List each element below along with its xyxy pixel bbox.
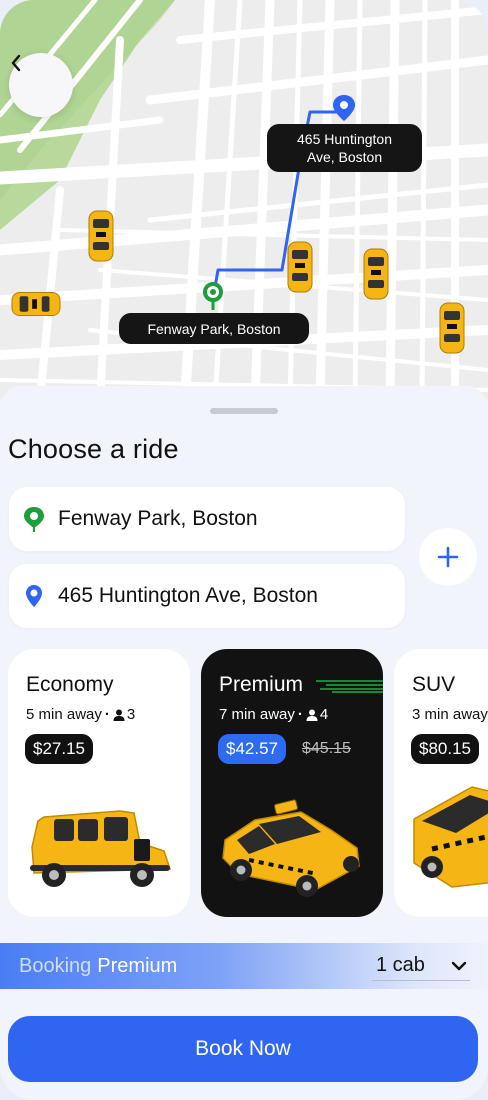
ride-seats: 3	[126, 706, 136, 723]
ride-options: Economy 5 min away · 3 $27.15 Premium 7 …	[0, 649, 488, 917]
ride-card-economy[interactable]: Economy 5 min away · 3 $27.15	[8, 649, 190, 917]
back-button[interactable]	[9, 53, 73, 117]
ride-eta: 5 min away	[26, 706, 102, 723]
taxi-marker-icon	[88, 210, 114, 262]
taxi-marker-icon	[11, 291, 61, 317]
cab-count-value: 1 cab	[376, 954, 425, 976]
destination-label-line1: 465 Huntington	[297, 131, 392, 147]
dropoff-field[interactable]: 465 Huntington Ave, Boston	[9, 564, 405, 628]
destination-label-line2: Ave, Boston	[306, 149, 383, 165]
ride-eta: 3 min away	[412, 706, 488, 723]
ride-old-price: $45.15	[302, 740, 351, 757]
speed-lines-icon	[316, 680, 383, 693]
ride-card-suv[interactable]: SUV 3 min away $80.15	[394, 649, 488, 917]
modern-taxi-icon	[222, 799, 360, 897]
ride-price: $42.57	[218, 734, 286, 764]
plus-icon	[437, 546, 459, 568]
ride-sheet: Choose a ride Fenway Park, Boston 465 Hu…	[0, 386, 488, 1100]
dropoff-field-value: 465 Huntington Ave, Boston	[58, 584, 318, 607]
ride-seats: 4	[319, 706, 329, 723]
ride-meta: 5 min away · 3	[26, 706, 135, 723]
pickup-pin-icon	[24, 507, 44, 532]
suv-taxi-icon	[413, 786, 488, 888]
classic-taxi-icon	[30, 810, 172, 887]
person-icon	[306, 709, 318, 721]
add-stop-button[interactable]	[419, 528, 477, 586]
pickup-field[interactable]: Fenway Park, Boston	[9, 487, 405, 551]
book-now-button[interactable]: Book Now	[8, 1016, 478, 1082]
destination-pin-icon	[333, 95, 355, 121]
origin-map-label: Fenway Park, Boston	[119, 313, 309, 344]
booking-prefix: Booking	[19, 954, 92, 977]
ride-meta: 3 min away	[412, 706, 488, 723]
separator-dot: ·	[297, 706, 303, 723]
separator-dot: ·	[104, 706, 110, 723]
app-screen: 465 Huntington Ave, Boston Fenway Park, …	[0, 0, 488, 1100]
ride-meta: 7 min away · 4	[219, 706, 328, 723]
ride-name: Economy	[26, 673, 114, 696]
ride-price: $27.15	[25, 734, 93, 764]
taxi-marker-icon	[363, 248, 389, 300]
ride-card-premium[interactable]: Premium 7 min away · 4 $42.57 $45.15	[201, 649, 383, 917]
chevron-left-icon	[11, 54, 21, 72]
taxi-marker-icon	[287, 241, 313, 293]
pickup-field-value: Fenway Park, Boston	[58, 507, 258, 530]
map-view[interactable]: 465 Huntington Ave, Boston Fenway Park, …	[0, 0, 488, 400]
taxi-marker-icon	[439, 302, 465, 354]
booking-summary-bar: Booking Premium 1 cab	[0, 943, 488, 989]
ride-eta: 7 min away	[219, 706, 295, 723]
chevron-down-icon	[451, 961, 467, 971]
destination-map-label: 465 Huntington Ave, Boston	[267, 124, 422, 172]
cab-count-select[interactable]: 1 cab	[372, 951, 470, 981]
ride-price: $80.15	[411, 734, 479, 764]
ride-name: SUV	[412, 673, 456, 696]
sheet-drag-handle[interactable]	[210, 408, 278, 414]
ride-name: Premium	[219, 673, 304, 696]
booking-tier: Premium	[97, 954, 178, 977]
person-icon	[113, 709, 125, 721]
dropoff-pin-icon	[26, 585, 42, 607]
sheet-title: Choose a ride	[8, 434, 179, 464]
